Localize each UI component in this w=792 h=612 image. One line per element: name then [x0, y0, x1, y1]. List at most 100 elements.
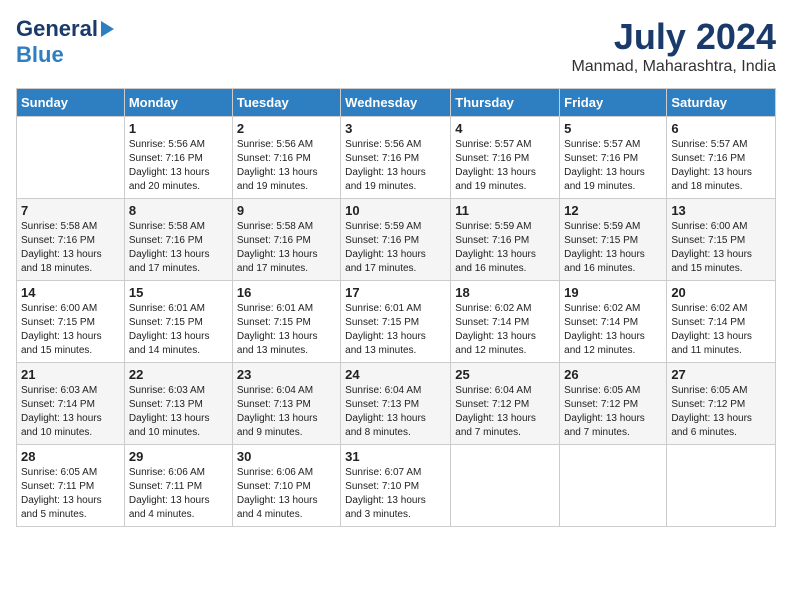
day-info: Sunrise: 6:04 AM Sunset: 7:13 PM Dayligh…	[345, 384, 446, 440]
day-number: 25	[455, 367, 555, 382]
day-info: Sunrise: 6:05 AM Sunset: 7:12 PM Dayligh…	[671, 384, 771, 440]
calendar-cell: 5Sunrise: 5:57 AM Sunset: 7:16 PM Daylig…	[560, 117, 667, 199]
header-tuesday: Tuesday	[232, 89, 340, 117]
day-number: 12	[564, 203, 662, 218]
calendar-week-1: 1 Sunrise: 5:56 AM Sunset: 7:16 PM Daylig…	[17, 117, 776, 199]
calendar-cell: 14Sunrise: 6:00 AM Sunset: 7:15 PM Dayli…	[17, 281, 125, 363]
day-info: Sunrise: 6:05 AM Sunset: 7:11 PM Dayligh…	[21, 466, 120, 522]
page-header: General Blue July 2024 Manmad, Maharasht…	[16, 16, 776, 76]
day-number: 26	[564, 367, 662, 382]
calendar-cell: 26 Sunrise: 6:05 AM Sunset: 7:12 PM Dayli…	[560, 363, 667, 445]
calendar-cell: 3Sunrise: 5:56 AM Sunset: 7:16 PM Daylig…	[341, 117, 451, 199]
day-number: 28	[21, 449, 120, 464]
calendar-cell	[667, 445, 776, 527]
day-info: Sunrise: 6:06 AM Sunset: 7:11 PM Dayligh…	[129, 466, 228, 522]
day-number: 6	[671, 121, 771, 136]
day-info: Sunrise: 6:02 AM Sunset: 7:14 PM Dayligh…	[671, 302, 771, 358]
calendar-cell: 6 Sunrise: 5:57 AM Sunset: 7:16 PM Daylig…	[667, 117, 776, 199]
calendar-cell: 9 Sunrise: 5:58 AM Sunset: 7:16 PM Daylig…	[232, 199, 340, 281]
calendar-cell: 24 Sunrise: 6:04 AM Sunset: 7:13 PM Dayli…	[341, 363, 451, 445]
calendar-cell: 15 Sunrise: 6:01 AM Sunset: 7:15 PM Dayli…	[124, 281, 232, 363]
calendar-cell: 31 Sunrise: 6:07 AM Sunset: 7:10 PM Dayli…	[341, 445, 451, 527]
day-number: 7	[21, 203, 120, 218]
day-number: 18	[455, 285, 555, 300]
day-number: 30	[237, 449, 336, 464]
day-number: 21	[21, 367, 120, 382]
day-number: 1	[129, 121, 228, 136]
calendar-cell: 28 Sunrise: 6:05 AM Sunset: 7:11 PM Dayli…	[17, 445, 125, 527]
day-info: Sunrise: 6:04 AM Sunset: 7:12 PM Dayligh…	[455, 384, 555, 440]
calendar-week-4: 21 Sunrise: 6:03 AM Sunset: 7:14 PM Dayli…	[17, 363, 776, 445]
calendar-cell: 30Sunrise: 6:06 AM Sunset: 7:10 PM Dayli…	[232, 445, 340, 527]
calendar-cell: 29 Sunrise: 6:06 AM Sunset: 7:11 PM Dayli…	[124, 445, 232, 527]
month-year: July 2024	[571, 16, 776, 58]
day-number: 20	[671, 285, 771, 300]
day-info: Sunrise: 5:56 AM Sunset: 7:16 PM Dayligh…	[129, 138, 228, 194]
location: Manmad, Maharashtra, India	[571, 58, 776, 76]
day-number: 3	[345, 121, 446, 136]
day-info: Sunrise: 5:57 AM Sunset: 7:16 PM Dayligh…	[455, 138, 555, 194]
title-area: July 2024 Manmad, Maharashtra, India	[571, 16, 776, 76]
day-info: Sunrise: 6:01 AM Sunset: 7:15 PM Dayligh…	[345, 302, 446, 358]
calendar-week-3: 14Sunrise: 6:00 AM Sunset: 7:15 PM Dayli…	[17, 281, 776, 363]
day-number: 4	[455, 121, 555, 136]
day-number: 24	[345, 367, 446, 382]
day-info: Sunrise: 5:58 AM Sunset: 7:16 PM Dayligh…	[21, 220, 120, 276]
day-number: 17	[345, 285, 446, 300]
calendar-cell: 19Sunrise: 6:02 AM Sunset: 7:14 PM Dayli…	[560, 281, 667, 363]
day-info: Sunrise: 6:01 AM Sunset: 7:15 PM Dayligh…	[129, 302, 228, 358]
day-info: Sunrise: 6:03 AM Sunset: 7:13 PM Dayligh…	[129, 384, 228, 440]
day-number: 29	[129, 449, 228, 464]
header-sunday: Sunday	[17, 89, 125, 117]
day-info: Sunrise: 6:02 AM Sunset: 7:14 PM Dayligh…	[455, 302, 555, 358]
calendar-week-5: 28 Sunrise: 6:05 AM Sunset: 7:11 PM Dayli…	[17, 445, 776, 527]
day-number: 8	[129, 203, 228, 218]
day-info: Sunrise: 6:01 AM Sunset: 7:15 PM Dayligh…	[237, 302, 336, 358]
calendar-cell	[17, 117, 125, 199]
day-number: 31	[345, 449, 446, 464]
day-info: Sunrise: 5:57 AM Sunset: 7:16 PM Dayligh…	[564, 138, 662, 194]
day-number: 22	[129, 367, 228, 382]
day-number: 27	[671, 367, 771, 382]
calendar-cell: 2 Sunrise: 5:56 AM Sunset: 7:16 PM Daylig…	[232, 117, 340, 199]
calendar-cell: 27 Sunrise: 6:05 AM Sunset: 7:12 PM Dayli…	[667, 363, 776, 445]
day-info: Sunrise: 5:56 AM Sunset: 7:16 PM Dayligh…	[237, 138, 336, 194]
day-info: Sunrise: 6:04 AM Sunset: 7:13 PM Dayligh…	[237, 384, 336, 440]
header-wednesday: Wednesday	[341, 89, 451, 117]
logo: General Blue	[16, 16, 114, 68]
day-info: Sunrise: 6:07 AM Sunset: 7:10 PM Dayligh…	[345, 466, 446, 522]
calendar-cell: 20 Sunrise: 6:02 AM Sunset: 7:14 PM Dayli…	[667, 281, 776, 363]
calendar-cell: 21 Sunrise: 6:03 AM Sunset: 7:14 PM Dayli…	[17, 363, 125, 445]
calendar-cell	[451, 445, 560, 527]
calendar-cell: 1 Sunrise: 5:56 AM Sunset: 7:16 PM Daylig…	[124, 117, 232, 199]
calendar-cell: 10 Sunrise: 5:59 AM Sunset: 7:16 PM Dayli…	[341, 199, 451, 281]
day-info: Sunrise: 6:03 AM Sunset: 7:14 PM Dayligh…	[21, 384, 120, 440]
day-number: 10	[345, 203, 446, 218]
calendar-cell: 16Sunrise: 6:01 AM Sunset: 7:15 PM Dayli…	[232, 281, 340, 363]
header-monday: Monday	[124, 89, 232, 117]
header-thursday: Thursday	[451, 89, 560, 117]
calendar-header-row: SundayMondayTuesdayWednesdayThursdayFrid…	[17, 89, 776, 117]
day-info: Sunrise: 5:57 AM Sunset: 7:16 PM Dayligh…	[671, 138, 771, 194]
day-number: 23	[237, 367, 336, 382]
calendar-cell: 22 Sunrise: 6:03 AM Sunset: 7:13 PM Dayli…	[124, 363, 232, 445]
calendar-cell: 7 Sunrise: 5:58 AM Sunset: 7:16 PM Daylig…	[17, 199, 125, 281]
day-number: 9	[237, 203, 336, 218]
calendar-cell: 23 Sunrise: 6:04 AM Sunset: 7:13 PM Dayli…	[232, 363, 340, 445]
day-number: 2	[237, 121, 336, 136]
day-info: Sunrise: 5:58 AM Sunset: 7:16 PM Dayligh…	[237, 220, 336, 276]
calendar-cell: 18 Sunrise: 6:02 AM Sunset: 7:14 PM Dayli…	[451, 281, 560, 363]
calendar-table: SundayMondayTuesdayWednesdayThursdayFrid…	[16, 88, 776, 527]
calendar-cell: 8Sunrise: 5:58 AM Sunset: 7:16 PM Daylig…	[124, 199, 232, 281]
day-number: 15	[129, 285, 228, 300]
calendar-cell	[560, 445, 667, 527]
day-number: 14	[21, 285, 120, 300]
calendar-cell: 17 Sunrise: 6:01 AM Sunset: 7:15 PM Dayli…	[341, 281, 451, 363]
logo-arrow-icon	[101, 21, 114, 37]
header-saturday: Saturday	[667, 89, 776, 117]
day-info: Sunrise: 5:59 AM Sunset: 7:16 PM Dayligh…	[345, 220, 446, 276]
day-number: 19	[564, 285, 662, 300]
day-info: Sunrise: 6:00 AM Sunset: 7:15 PM Dayligh…	[671, 220, 771, 276]
day-info: Sunrise: 6:05 AM Sunset: 7:12 PM Dayligh…	[564, 384, 662, 440]
day-info: Sunrise: 5:59 AM Sunset: 7:15 PM Dayligh…	[564, 220, 662, 276]
